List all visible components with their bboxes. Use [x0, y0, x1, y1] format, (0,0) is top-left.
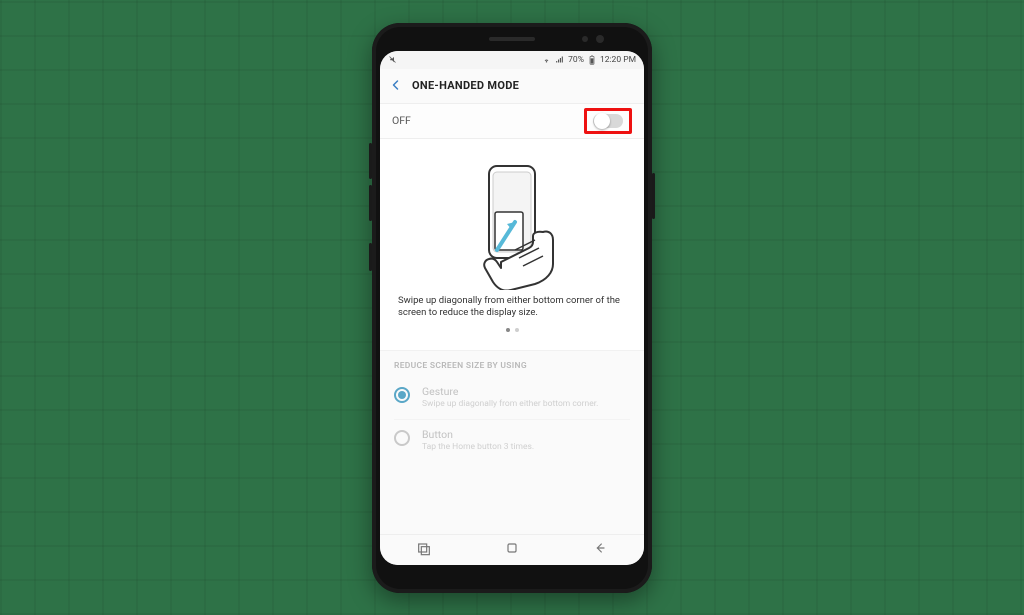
app-bar: ONE-HANDED MODE	[380, 69, 644, 104]
back-button[interactable]	[390, 76, 402, 95]
volume-up-button	[369, 143, 372, 179]
phone-device-frame: 70% 12:20 PM ONE-HANDED MODE OFF	[372, 23, 652, 593]
option-gesture-subtitle: Swipe up diagonally from either bottom c…	[422, 399, 598, 409]
page-title: ONE-HANDED MODE	[412, 79, 519, 92]
nav-recents[interactable]	[416, 540, 432, 560]
system-nav-bar	[380, 534, 644, 565]
option-gesture-row[interactable]: Gesture Swipe up diagonally from either …	[380, 377, 644, 419]
radio-button[interactable]	[394, 430, 410, 446]
screen-content: 70% 12:20 PM ONE-HANDED MODE OFF	[380, 51, 644, 535]
pager-dots	[394, 320, 630, 344]
status-bar: 70% 12:20 PM	[380, 51, 644, 69]
front-camera	[596, 35, 604, 43]
option-gesture-title: Gesture	[422, 385, 598, 398]
annotation-highlight-box	[584, 108, 632, 134]
back-icon	[592, 540, 608, 556]
toggle-state-label: OFF	[392, 114, 411, 127]
mute-icon	[388, 55, 397, 64]
pager-dot-0[interactable]	[506, 328, 510, 332]
option-button-subtitle: Tap the Home button 3 times.	[422, 442, 534, 452]
option-button-row[interactable]: Button Tap the Home button 3 times.	[380, 420, 644, 462]
bixby-button	[369, 243, 372, 271]
power-button	[652, 173, 655, 219]
radio-gesture[interactable]	[394, 387, 410, 403]
illustration-caption: Swipe up diagonally from either bottom c…	[394, 295, 630, 321]
section-header: REDUCE SCREEN SIZE BY USING	[380, 350, 644, 377]
chevron-left-icon	[390, 79, 402, 91]
earpiece	[489, 37, 535, 41]
toggle-knob	[594, 113, 610, 129]
phone-screen: 70% 12:20 PM ONE-HANDED MODE OFF	[380, 51, 644, 565]
nav-home[interactable]	[504, 540, 520, 560]
pager-dot-1[interactable]	[515, 328, 519, 332]
signal-icon	[555, 55, 564, 64]
home-icon	[504, 540, 520, 556]
master-toggle-row[interactable]: OFF	[380, 104, 644, 139]
recents-icon	[416, 540, 432, 556]
battery-percent-label: 70%	[568, 55, 584, 65]
one-handed-mode-toggle[interactable]	[593, 114, 623, 128]
nav-back[interactable]	[592, 540, 608, 560]
battery-icon	[588, 55, 596, 65]
volume-down-button	[369, 185, 372, 221]
clock-label: 12:20 PM	[600, 55, 636, 65]
illustration-card: Swipe up diagonally from either bottom c…	[380, 139, 644, 351]
gesture-illustration	[394, 155, 630, 295]
wifi-icon	[542, 55, 551, 64]
option-button-title: Button	[422, 428, 534, 441]
page-background: 70% 12:20 PM ONE-HANDED MODE OFF	[0, 0, 1024, 615]
proximity-sensor	[582, 36, 588, 42]
